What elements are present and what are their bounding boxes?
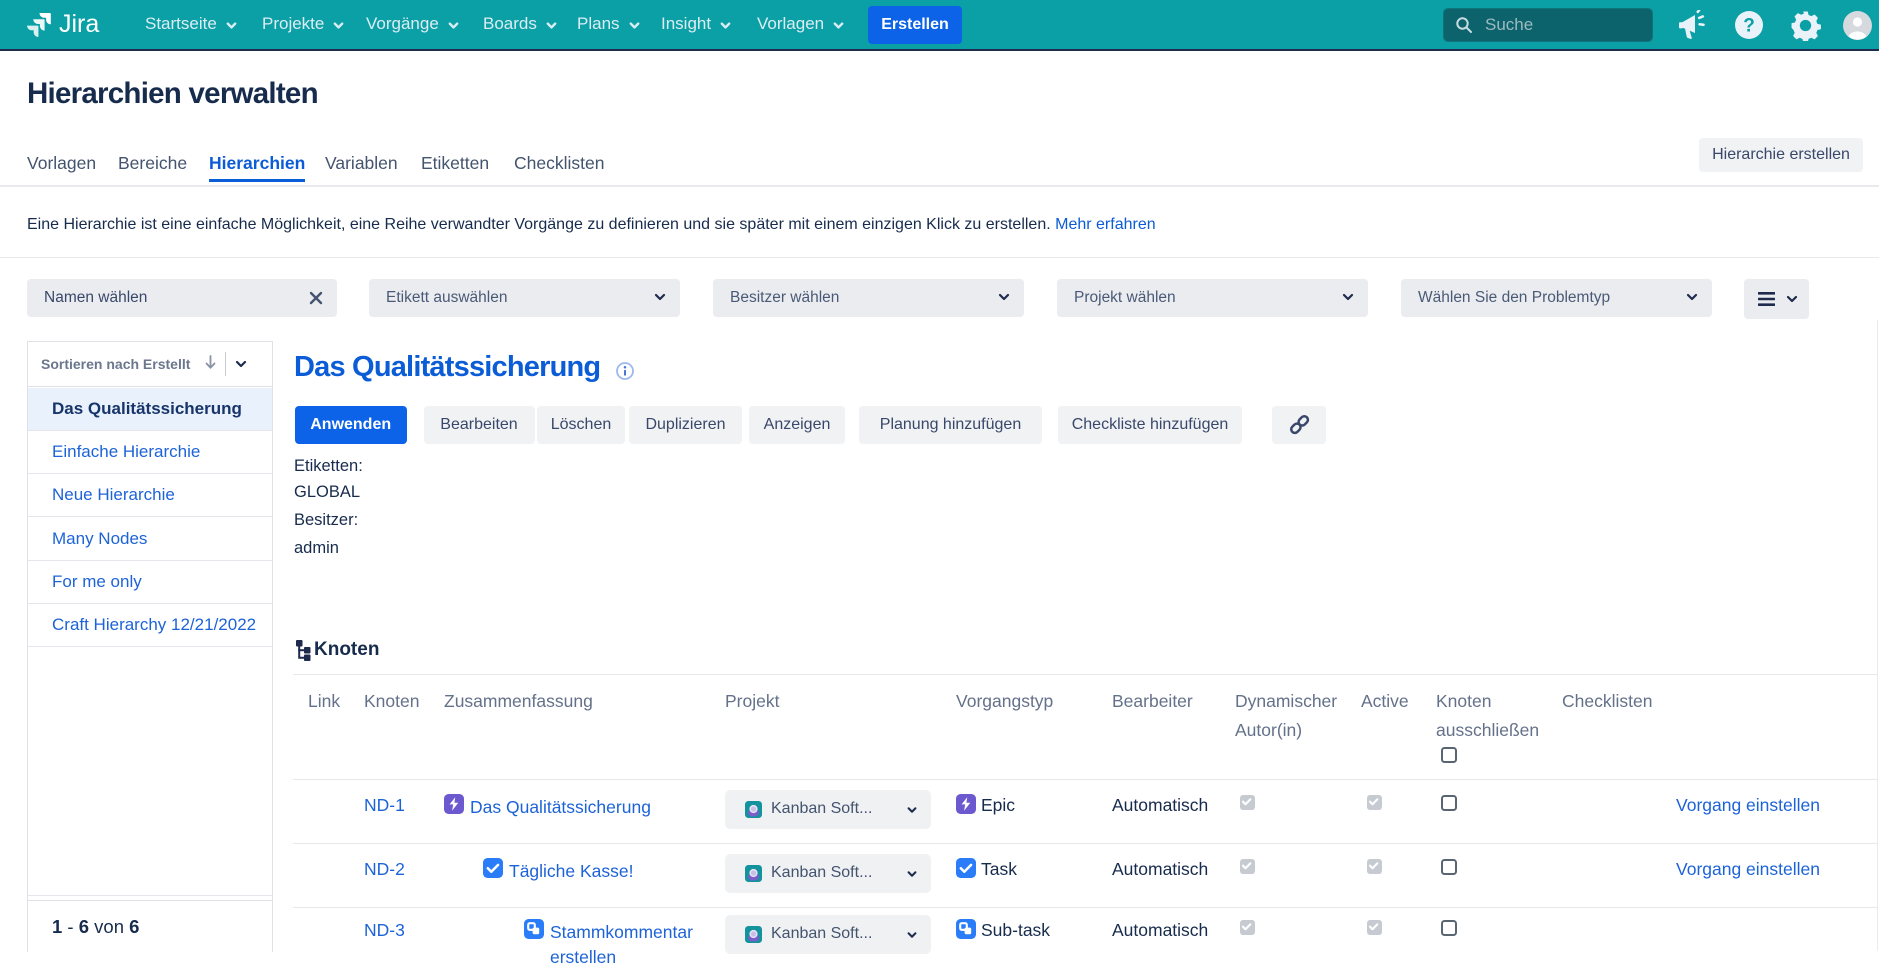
svg-text:?: ? — [1743, 16, 1755, 37]
